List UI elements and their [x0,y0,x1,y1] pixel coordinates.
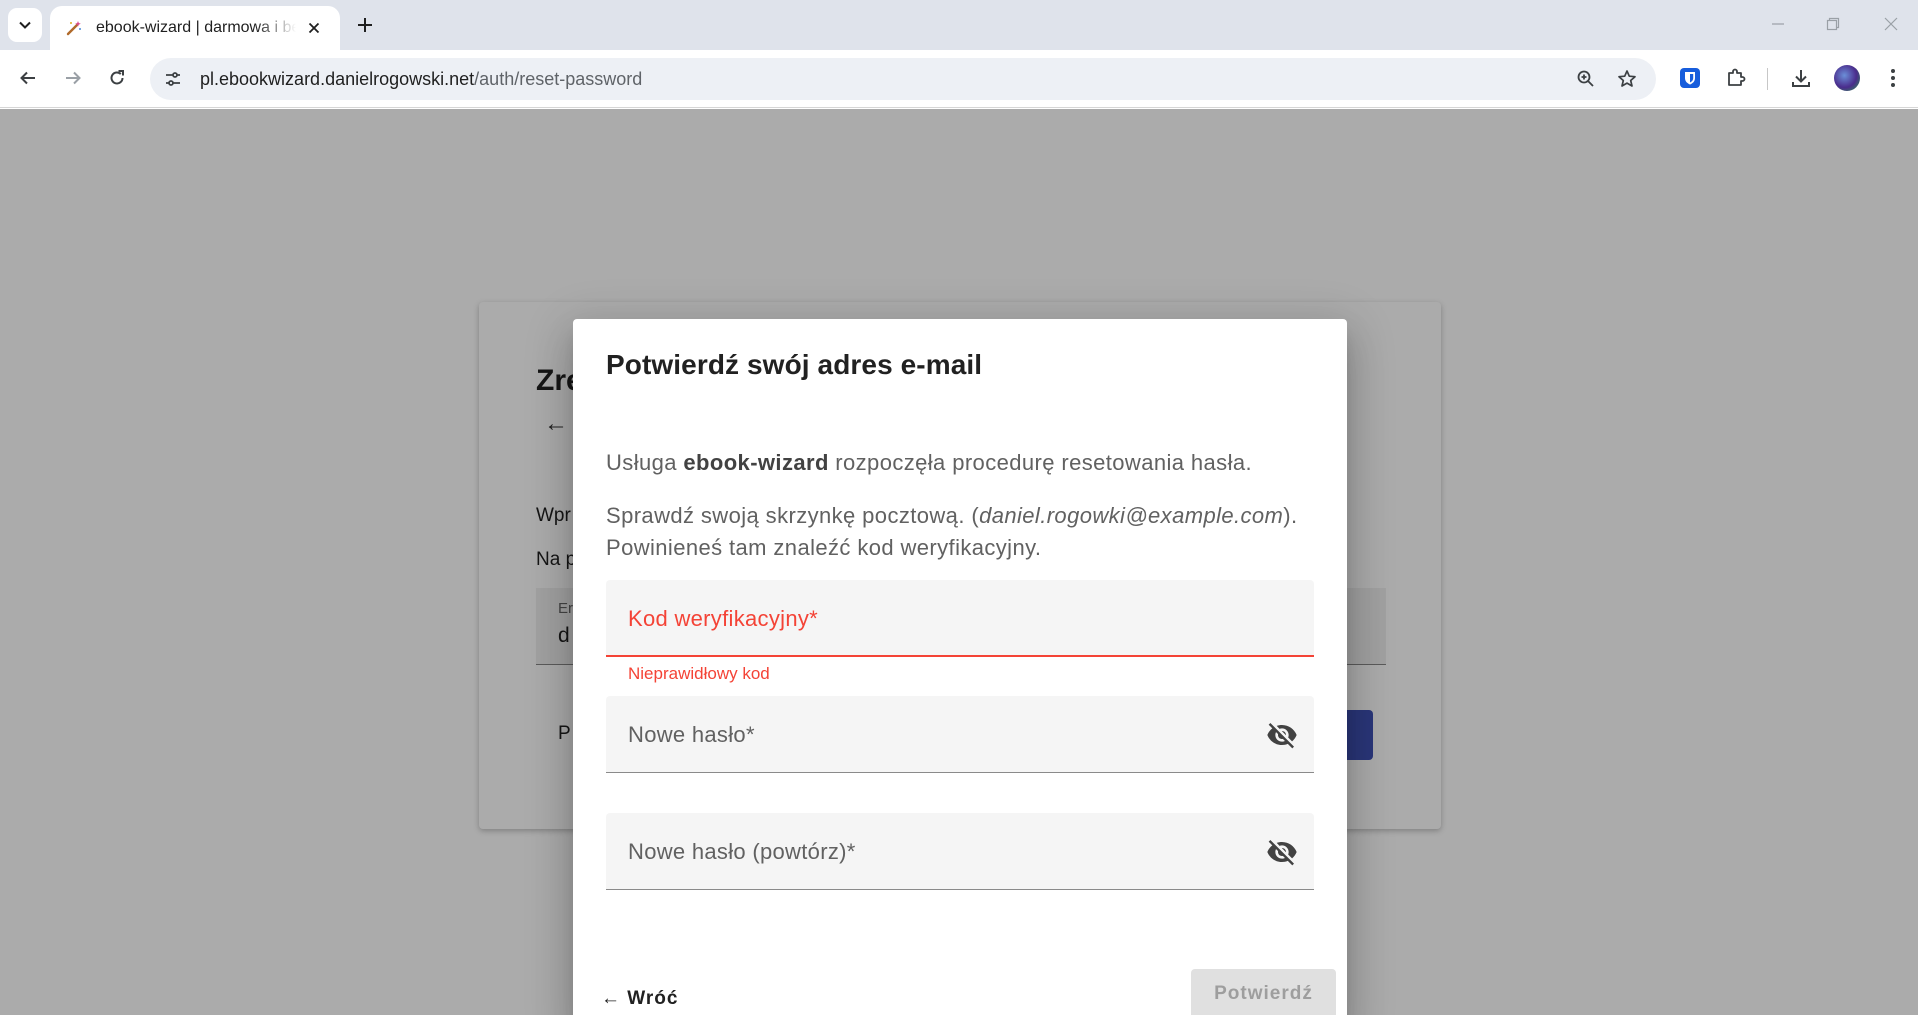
verification-code-input[interactable]: Kod weryfikacyjny* [606,580,1314,657]
tune-icon [166,72,180,86]
url-host: pl.ebookwizard.danielrogowski.net [200,68,475,89]
restore-icon [1826,17,1840,31]
browser-tab-active[interactable]: ebook-wizard | darmowa i bezpłatna [50,6,340,50]
extensions-button[interactable] [1719,61,1753,95]
instruction-text: Powinieneś tam znaleźć kod weryfikacyjny… [606,535,1042,560]
download-icon [1792,70,1810,87]
message-text: Usługa [606,450,684,475]
toolbar-divider [1767,68,1768,90]
window-close-button[interactable] [1873,8,1909,40]
back-button[interactable]: ← Wróć [591,979,688,1015]
confirm-button[interactable]: Potwierdź [1191,969,1336,1015]
dialog-message: Usługa ebook-wizard rozpoczęła procedurę… [606,450,1252,476]
reload-icon [110,70,124,85]
new-password-repeat-input[interactable]: Nowe hasło (powtórz)* [606,813,1314,890]
restore-button[interactable] [1815,8,1851,40]
zoom-in-icon [1577,70,1594,87]
close-icon[interactable] [302,16,326,40]
browser-toolbar: pl.ebookwizard.danielrogowski.net/auth/r… [0,50,1918,108]
email-address: daniel.rogowki@example.com [979,503,1284,528]
puzzle-icon [1728,68,1746,86]
url-path: /auth/reset-password [474,68,643,89]
magic-wand-icon [64,18,84,38]
instruction-text: Sprawdź swoją skrzynkę pocztową. ( [606,503,980,528]
forward-nav-button[interactable] [55,60,91,96]
plus-icon [358,18,372,32]
arrow-right-icon [66,71,81,85]
bookmark-button[interactable] [1610,62,1644,96]
back-nav-button[interactable] [10,60,46,96]
avatar [1834,65,1860,91]
arrow-left-icon [20,71,35,85]
new-tab-button[interactable] [350,10,380,40]
dialog-instructions: Sprawdź swoją skrzynkę pocztową. (daniel… [606,500,1326,564]
dialog-title: Potwierdź swój adres e-mail [606,349,983,380]
address-bar[interactable]: pl.ebookwizard.danielrogowski.net/auth/r… [150,58,1656,100]
tab-title: ebook-wizard | darmowa i bezpłatna [96,19,296,36]
tab-strip: ebook-wizard | darmowa i bezpłatna [0,0,1918,50]
url-text: pl.ebookwizard.danielrogowski.net/auth/r… [200,69,642,90]
visibility-off-icon[interactable] [1264,834,1300,870]
close-icon [1884,17,1898,31]
verification-code-label: Kod weryfikacyjny* [628,606,819,631]
star-icon [1618,70,1636,87]
bitwarden-extension-button[interactable] [1673,61,1707,95]
confirm-email-dialog: Potwierdź swój adres e-mail Usługa ebook… [573,319,1347,1015]
shield-icon [1680,68,1700,88]
page-viewport: Zre ← Wpr Na p Er d P Potwierdź swój adr… [0,109,1918,1015]
tab-search-button[interactable] [8,8,42,42]
service-name: ebook-wizard [683,450,829,475]
new-password-repeat-label: Nowe hasło (powtórz)* [628,839,856,864]
menu-button[interactable] [1876,61,1910,95]
visibility-off-icon[interactable] [1264,717,1300,753]
reload-button[interactable] [99,60,135,96]
instruction-text: ). [1283,503,1298,528]
chevron-down-icon [19,21,31,29]
site-info-button[interactable] [156,62,190,96]
new-password-label: Nowe hasło* [628,722,755,747]
message-text: rozpoczęła procedurę resetowania hasła. [828,450,1253,475]
zoom-button[interactable] [1569,62,1603,96]
more-vert-icon [1891,69,1895,87]
verification-code-error: Nieprawidłowy kod [628,664,770,683]
minimize-button[interactable] [1760,8,1796,40]
profile-button[interactable] [1830,61,1864,95]
minimize-icon [1772,23,1784,25]
new-password-input[interactable]: Nowe hasło* [606,696,1314,773]
downloads-button[interactable] [1784,61,1818,95]
